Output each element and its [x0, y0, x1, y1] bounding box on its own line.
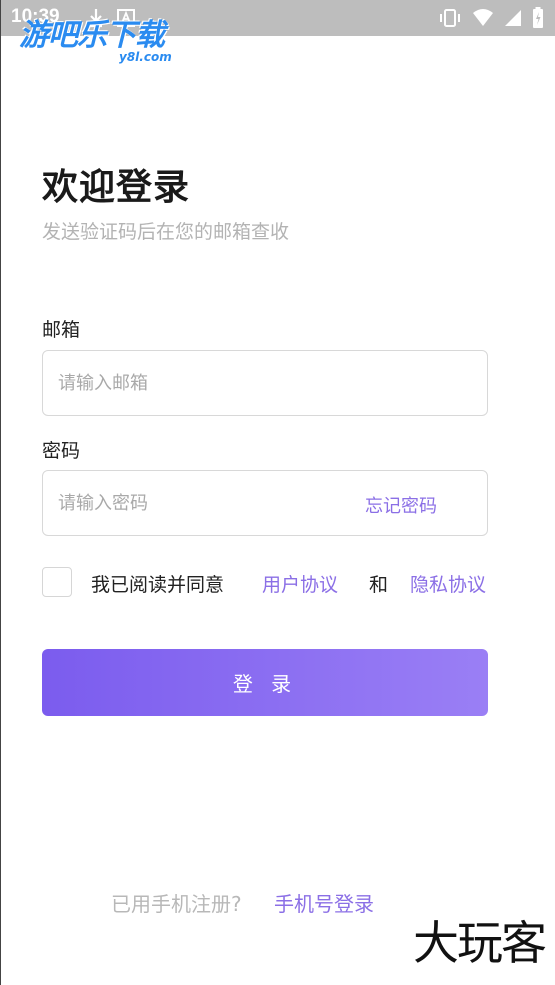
- password-input[interactable]: [58, 471, 348, 535]
- signal-icon: [505, 10, 521, 26]
- email-input[interactable]: [58, 351, 348, 415]
- phone-login-link[interactable]: 手机号登录: [274, 892, 374, 916]
- watermark-logo: 游吧乐下载 y8l.com: [19, 20, 189, 68]
- login-button[interactable]: 登 录: [42, 649, 488, 716]
- user-agreement-link[interactable]: 用户协议: [262, 570, 338, 597]
- registered-hint: 已用手机注册?: [111, 892, 242, 916]
- footer-row: 已用手机注册? 手机号登录: [111, 888, 374, 917]
- wifi-icon: [473, 9, 493, 26]
- privacy-policy-link[interactable]: 隐私协议: [410, 570, 486, 597]
- agreement-checkbox[interactable]: [42, 567, 72, 597]
- watermark-logo-sub: y8l.com: [119, 50, 172, 64]
- password-field-box: 忘记密码: [42, 470, 488, 536]
- login-screen: 10:39 游吧乐下载 y8l.com 欢迎登录 发送验证码后在您的邮箱查收 邮…: [0, 0, 555, 985]
- agreement-row: 我已阅读并同意 用户协议 和 隐私协议: [42, 566, 512, 598]
- agreement-and: 和: [369, 574, 389, 596]
- email-label: 邮箱: [42, 319, 81, 341]
- password-label: 密码: [42, 440, 81, 462]
- battery-icon: [533, 7, 543, 28]
- agreement-prefix: 我已阅读并同意: [91, 574, 225, 596]
- page-title: 欢迎登录: [42, 167, 191, 208]
- forgot-password-link[interactable]: 忘记密码: [365, 492, 437, 518]
- page-subtitle: 发送验证码后在您的邮箱查收: [42, 221, 290, 243]
- vibrate-icon: [440, 9, 460, 27]
- corner-watermark: 大玩客: [413, 916, 547, 970]
- watermark-logo-text: 游吧乐下载: [19, 18, 165, 53]
- email-field-box: [42, 350, 488, 416]
- status-system-icons: [438, 7, 544, 29]
